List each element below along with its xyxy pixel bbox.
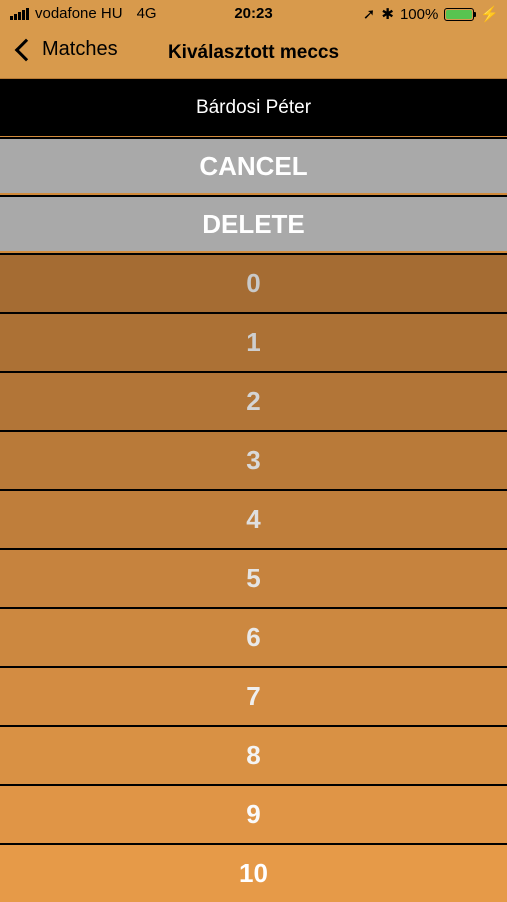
number-option-1[interactable]: 1 xyxy=(0,312,507,371)
delete-button[interactable]: DELETE xyxy=(0,195,507,251)
number-option-8[interactable]: 8 xyxy=(0,725,507,784)
number-option-3[interactable]: 3 xyxy=(0,430,507,489)
battery-percent: 100% xyxy=(399,5,439,23)
status-right: ➚ ✱ 100% ⚡ xyxy=(362,5,499,24)
number-option-9[interactable]: 9 xyxy=(0,784,507,843)
number-option-5[interactable]: 5 xyxy=(0,548,507,607)
battery-icon xyxy=(444,7,477,21)
bluetooth-icon: ✱ xyxy=(381,6,394,23)
number-option-6[interactable]: 6 xyxy=(0,607,507,666)
number-option-10[interactable]: 10 xyxy=(0,843,507,902)
page-title: Kiválasztott meccs xyxy=(167,42,340,63)
player-name: Bárdosi Péter xyxy=(0,79,507,136)
number-option-7[interactable]: 7 xyxy=(0,666,507,725)
cancel-button[interactable]: CANCEL xyxy=(0,137,507,193)
navigation-bar: Matches Kiválasztott meccs xyxy=(0,28,507,79)
number-option-4[interactable]: 4 xyxy=(0,489,507,548)
status-bar: vodafone HU 4G 20:23 ➚ ✱ 100% ⚡ xyxy=(0,0,507,28)
number-option-2[interactable]: 2 xyxy=(0,371,507,430)
number-list: 0 1 2 3 4 5 6 7 8 9 10 xyxy=(0,253,507,902)
charging-icon: ⚡ xyxy=(480,6,499,23)
location-icon: ➚ xyxy=(362,6,376,23)
number-option-0[interactable]: 0 xyxy=(0,253,507,312)
